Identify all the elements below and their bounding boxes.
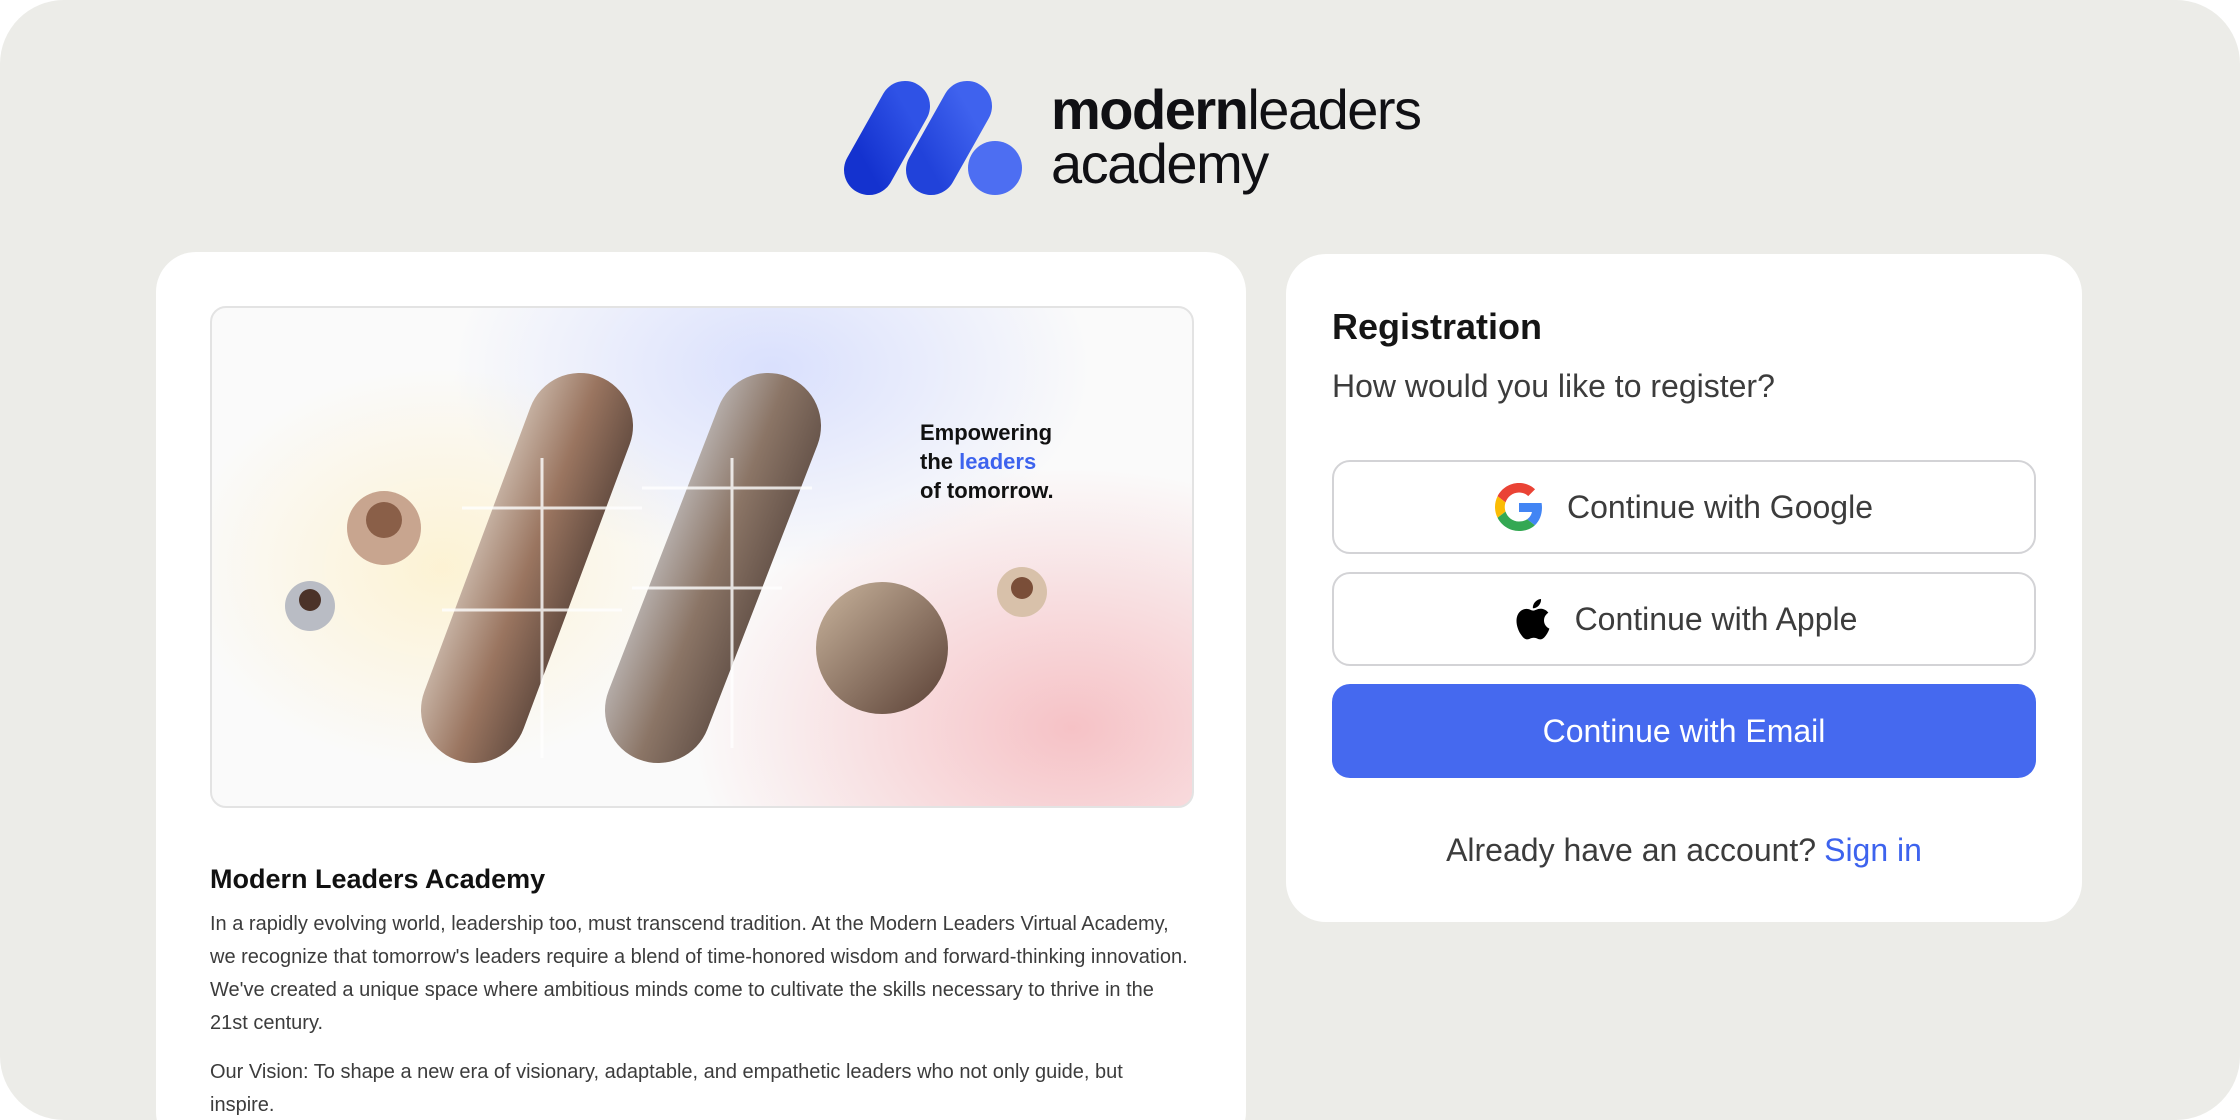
about-title: Modern Leaders Academy: [210, 864, 546, 894]
logo-mark-icon: [844, 81, 1022, 195]
email-button-label: Continue with Email: [1542, 712, 1826, 749]
google-button-label: Continue with Google: [1567, 488, 1873, 525]
page-frame: modernleaders academy Empowering the lea…: [0, 0, 2240, 1120]
logo-word-leaders: leaders: [1247, 78, 1422, 141]
hero-tagline-highlight: leaders: [959, 449, 1037, 474]
continue-with-email-button[interactable]: Continue with Email: [1332, 684, 2036, 778]
hero-tagline-the: the: [920, 449, 953, 474]
registration-subtitle: How would you like to register?: [1332, 368, 1775, 404]
about-paragraph-2: Our Vision: To shape a new era of vision…: [210, 1061, 1123, 1116]
continue-with-apple-button[interactable]: Continue with Apple: [1332, 572, 2036, 666]
brand-logo: modernleaders academy: [843, 80, 1422, 196]
signin-link[interactable]: Sign in: [1824, 832, 1922, 868]
hero-banner: Empowering the leaders of tomorrow.: [210, 306, 1194, 808]
logo-word-academy: academy: [1051, 132, 1269, 195]
registration-card: Registration How would you like to regis…: [1286, 254, 2082, 922]
continue-with-google-button[interactable]: Continue with Google: [1332, 460, 2036, 554]
hero-tagline-line3: of tomorrow.: [920, 478, 1054, 503]
apple-icon: [1511, 596, 1551, 642]
signin-prompt: Already have an account?: [1446, 832, 1817, 868]
about-paragraph-1: In a rapidly evolving world, leadership …: [210, 913, 1188, 1034]
hero-collage-illustration: [285, 373, 1047, 763]
signin-row: Already have an account? Sign in: [1332, 832, 2036, 869]
hero-tagline: Empowering the leaders of tomorrow.: [920, 418, 1054, 505]
google-icon: [1495, 483, 1543, 531]
registration-title: Registration: [1332, 306, 1543, 347]
about-card: Empowering the leaders of tomorrow. Mode…: [156, 252, 1246, 1120]
apple-button-label: Continue with Apple: [1574, 600, 1858, 637]
hero-tagline-line1: Empowering: [920, 420, 1053, 445]
